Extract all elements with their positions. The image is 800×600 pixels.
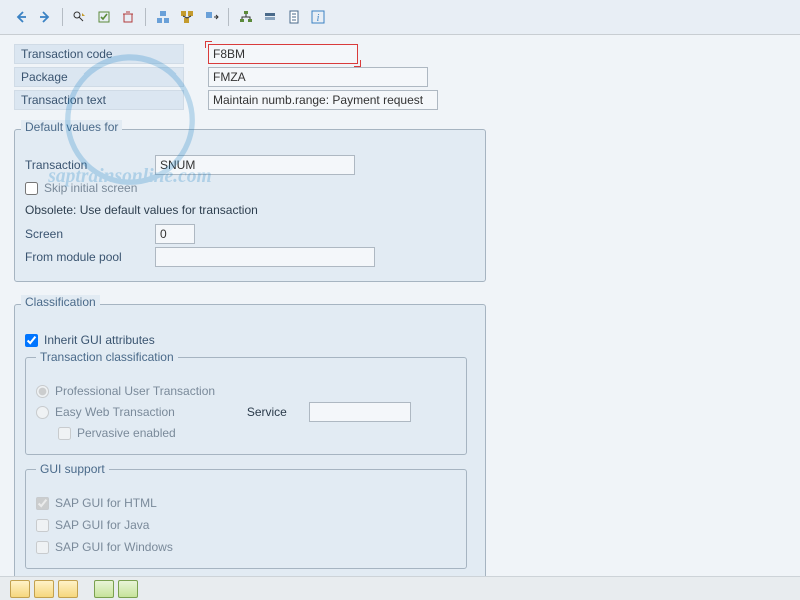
label-default-transaction: Transaction — [25, 158, 155, 172]
display-toggle-icon[interactable] — [71, 8, 89, 26]
field-screen[interactable]: 0 — [155, 224, 195, 244]
forward-arrow-icon[interactable] — [36, 8, 54, 26]
field-service[interactable] — [309, 402, 411, 422]
radio-professional-user[interactable]: Professional User Transaction — [36, 380, 456, 402]
inner-title-gui: GUI support — [36, 462, 109, 476]
toolbar-separator — [62, 8, 63, 26]
skip-initial-label: Skip initial screen — [44, 181, 137, 195]
checkbox-gui-java[interactable]: SAP GUI for Java — [36, 514, 456, 536]
professional-radio-input[interactable] — [36, 385, 49, 398]
toolbar-separator — [145, 8, 146, 26]
toolbar-separator — [228, 8, 229, 26]
where-used-icon[interactable] — [178, 8, 196, 26]
row-from-module-pool: From module pool — [25, 246, 475, 268]
label-from-module-pool: From module pool — [25, 250, 155, 264]
radio-easy-web[interactable]: Easy Web Transaction — [36, 401, 175, 423]
test-icon[interactable] — [154, 8, 172, 26]
document-icon[interactable] — [285, 8, 303, 26]
professional-label: Professional User Transaction — [55, 384, 215, 398]
cut-icon[interactable] — [10, 580, 30, 598]
label-screen: Screen — [25, 227, 155, 241]
insert-icon[interactable] — [94, 580, 114, 598]
easy-web-radio-input[interactable] — [36, 406, 49, 419]
check-icon[interactable] — [95, 8, 113, 26]
pervasive-label: Pervasive enabled — [77, 426, 176, 440]
obsolete-note: Obsolete: Use default values for transac… — [25, 203, 475, 217]
field-from-module-pool[interactable] — [155, 247, 375, 267]
label-package: Package — [14, 67, 184, 87]
group-default-values: Default values for Transaction SNUM Skip… — [14, 129, 486, 282]
gui-java-label: SAP GUI for Java — [55, 518, 149, 532]
copy-icon[interactable] — [34, 580, 54, 598]
app-toolbar: i — [0, 0, 800, 35]
checkbox-inherit-gui[interactable]: Inherit GUI attributes — [25, 329, 475, 351]
gui-windows-input[interactable] — [36, 541, 49, 554]
field-default-transaction[interactable]: SNUM — [155, 155, 355, 175]
group-classification: Classification Inherit GUI attributes Tr… — [14, 304, 486, 582]
row-screen: Screen 0 — [25, 223, 475, 245]
group-title-classification: Classification — [21, 295, 100, 309]
row-package: Package FMZA — [14, 66, 786, 88]
gui-html-input[interactable] — [36, 497, 49, 510]
checkbox-gui-windows[interactable]: SAP GUI for Windows — [36, 536, 456, 558]
inherit-gui-input[interactable] — [25, 334, 38, 347]
field-transaction-code[interactable]: F8BM — [208, 44, 358, 64]
bottom-toolbar — [0, 576, 800, 600]
svg-text:i: i — [317, 13, 320, 24]
pervasive-input[interactable] — [58, 427, 71, 440]
other-object-icon[interactable] — [202, 8, 220, 26]
row-transaction-text: Transaction text Maintain numb.range: Pa… — [14, 89, 786, 111]
gui-html-label: SAP GUI for HTML — [55, 496, 157, 510]
main-content: Transaction code F8BM Package FMZA Trans… — [0, 35, 800, 582]
hierarchy-icon[interactable] — [237, 8, 255, 26]
inner-group-gui-support: GUI support SAP GUI for HTML SAP GUI for… — [25, 469, 467, 569]
field-transaction-text[interactable]: Maintain numb.range: Payment request — [208, 90, 438, 110]
delete-row-icon[interactable] — [118, 580, 138, 598]
inner-title-tc: Transaction classification — [36, 350, 178, 364]
field-package[interactable]: FMZA — [208, 67, 428, 87]
group-title-defaults: Default values for — [21, 120, 122, 134]
label-transaction-text: Transaction text — [14, 90, 184, 110]
checkbox-gui-html[interactable]: SAP GUI for HTML — [36, 492, 456, 514]
label-service: Service — [247, 405, 297, 419]
paste-icon[interactable] — [58, 580, 78, 598]
info-icon[interactable]: i — [309, 8, 327, 26]
easy-web-label: Easy Web Transaction — [55, 405, 175, 419]
stack-icon[interactable] — [261, 8, 279, 26]
gui-java-input[interactable] — [36, 519, 49, 532]
skip-initial-input[interactable] — [25, 182, 38, 195]
inner-group-transaction-classification: Transaction classification Professional … — [25, 357, 467, 455]
gui-windows-label: SAP GUI for Windows — [55, 540, 173, 554]
checkbox-skip-initial[interactable]: Skip initial screen — [25, 177, 475, 199]
row-transaction-code: Transaction code F8BM — [14, 43, 786, 65]
label-transaction-code: Transaction code — [14, 44, 184, 64]
checkbox-pervasive[interactable]: Pervasive enabled — [36, 422, 456, 444]
row-easy-web: Easy Web Transaction Service — [36, 402, 456, 422]
delete-icon[interactable] — [119, 8, 137, 26]
back-arrow-icon[interactable] — [12, 8, 30, 26]
inherit-gui-label: Inherit GUI attributes — [44, 333, 155, 347]
row-default-transaction: Transaction SNUM — [25, 154, 475, 176]
